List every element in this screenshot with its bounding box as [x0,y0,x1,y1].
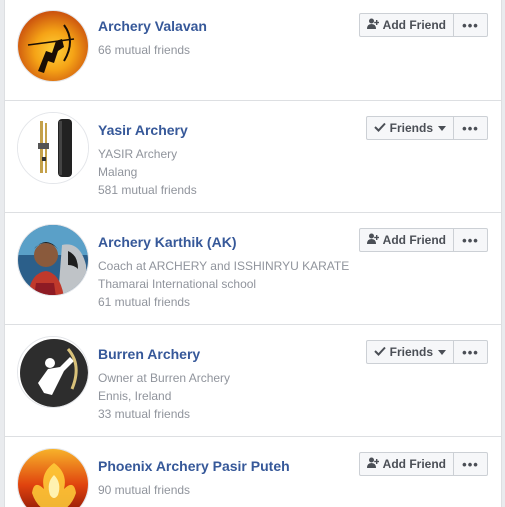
avatar-image [18,113,88,183]
location-text: Malang [98,165,138,179]
add-friend-button[interactable]: Add Friend [358,13,454,37]
friend-actions: Friends ••• [365,340,488,364]
work-text: YASIR Archery [98,147,178,161]
work-text: Coach at ARCHERY and ISSHINRYU KARATE [98,259,350,273]
avatar-image [18,337,88,407]
avatar[interactable] [17,112,89,184]
friends-label: Friends [389,121,433,135]
add-friend-button[interactable]: Add Friend [358,228,454,252]
more-options-button[interactable]: ••• [454,228,488,252]
avatar-image [18,449,88,507]
friends-dropdown-button[interactable]: Friends [365,340,454,364]
avatar[interactable] [17,336,89,408]
list-item: Archery Karthik (AK) Coach at ARCHERY an… [5,213,501,325]
friend-actions: Add Friend ••• [358,452,488,476]
add-friend-label: Add Friend [382,457,446,471]
avatar[interactable] [17,448,89,507]
location-text: Ennis, Ireland [98,389,172,403]
person-name[interactable]: Burren Archery [98,345,378,363]
person-name[interactable]: Archery Valavan [98,17,378,35]
friend-actions: Friends ••• [365,116,488,140]
more-options-button[interactable]: ••• [454,452,488,476]
friends-label: Friends [389,345,433,359]
add-friend-label: Add Friend [382,233,446,247]
add-friend-label: Add Friend [382,18,446,32]
chevron-down-icon [438,125,446,131]
list-item: Phoenix Archery Pasir Puteh 90 mutual fr… [5,437,501,507]
list-item: Burren Archery Owner at Burren Archery E… [5,325,501,437]
person-name[interactable]: Archery Karthik (AK) [98,233,378,251]
mutual-friends-text[interactable]: 61 mutual friends [98,293,378,311]
more-icon: ••• [462,344,479,360]
more-options-button[interactable]: ••• [454,340,488,364]
add-friend-icon [366,233,379,247]
more-icon: ••• [462,232,479,248]
add-friend-icon [366,457,379,471]
add-friend-icon [366,18,379,32]
more-options-button[interactable]: ••• [454,13,488,37]
mutual-friends-text[interactable]: 581 mutual friends [98,181,378,199]
list-item: Yasir Archery YASIR Archery Malang 581 m… [5,101,501,213]
chevron-down-icon [438,349,446,355]
friends-dropdown-button[interactable]: Friends [365,116,454,140]
friend-actions: Add Friend ••• [358,228,488,252]
work-text: Owner at Burren Archery [98,371,231,385]
avatar[interactable] [17,224,89,296]
more-icon: ••• [462,120,479,136]
person-name[interactable]: Yasir Archery [98,121,378,139]
mutual-friends-text[interactable]: 33 mutual friends [98,405,378,423]
more-options-button[interactable]: ••• [454,116,488,140]
mutual-friends-text[interactable]: 66 mutual friends [98,41,378,59]
more-icon: ••• [462,17,479,33]
avatar[interactable] [17,10,89,82]
list-item: Archery Valavan 66 mutual friends Add Fr… [5,0,501,101]
mutual-friends-text[interactable]: 90 mutual friends [98,481,378,499]
checkmark-icon [373,121,386,135]
friend-actions: Add Friend ••• [358,13,488,37]
more-icon: ••• [462,456,479,472]
education-text: Thamarai International school [98,277,257,291]
avatar-image [18,225,88,295]
friend-suggestions-list: Archery Valavan 66 mutual friends Add Fr… [4,0,502,507]
add-friend-button[interactable]: Add Friend [358,452,454,476]
person-name[interactable]: Phoenix Archery Pasir Puteh [98,457,378,475]
avatar-image [18,11,88,81]
checkmark-icon [373,345,386,359]
